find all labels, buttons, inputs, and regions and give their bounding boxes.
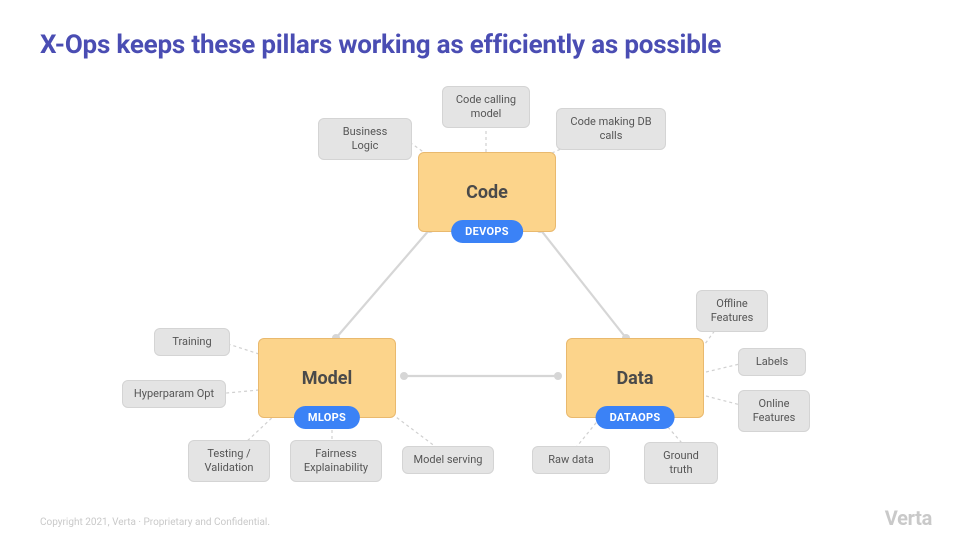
pillar-code-label: Code <box>466 182 508 203</box>
slide: X-Ops keeps these pillars working as eff… <box>0 0 960 540</box>
tag-offline-features: Offline Features <box>696 290 768 332</box>
pillar-data-label: Data <box>616 368 653 389</box>
tag-model-serving: Model serving <box>402 446 494 474</box>
pillar-code: Code DEVOPS <box>418 152 556 232</box>
tag-ground-truth: Ground truth <box>644 442 718 484</box>
tag-online-features: Online Features <box>738 390 810 432</box>
pillar-data-badge: DATAOPS <box>596 406 675 429</box>
page-title: X-Ops keeps these pillars working as eff… <box>40 30 721 60</box>
pillar-data: Data DATAOPS <box>566 338 704 418</box>
tag-labels: Labels <box>738 348 806 376</box>
tag-fairness-explainability: Fairness Explainability <box>290 440 382 482</box>
tag-raw-data: Raw data <box>532 446 610 474</box>
pillar-model: Model MLOPS <box>258 338 396 418</box>
pillar-model-badge: MLOPS <box>294 406 360 429</box>
brand-logo: Verta <box>885 506 932 530</box>
tag-training: Training <box>154 328 230 356</box>
pillar-model-label: Model <box>302 368 353 389</box>
tag-hyperparam-opt: Hyperparam Opt <box>122 380 226 408</box>
pillar-code-badge: DEVOPS <box>451 220 523 243</box>
tag-testing-validation: Testing / Validation <box>188 440 270 482</box>
tag-code-calling-model: Code calling model <box>442 86 530 128</box>
tag-business-logic: Business Logic <box>318 118 412 160</box>
copyright-footer: Copyright 2021, Verta · Proprietary and … <box>40 517 270 528</box>
tag-code-making-db-calls: Code making DB calls <box>556 108 666 150</box>
